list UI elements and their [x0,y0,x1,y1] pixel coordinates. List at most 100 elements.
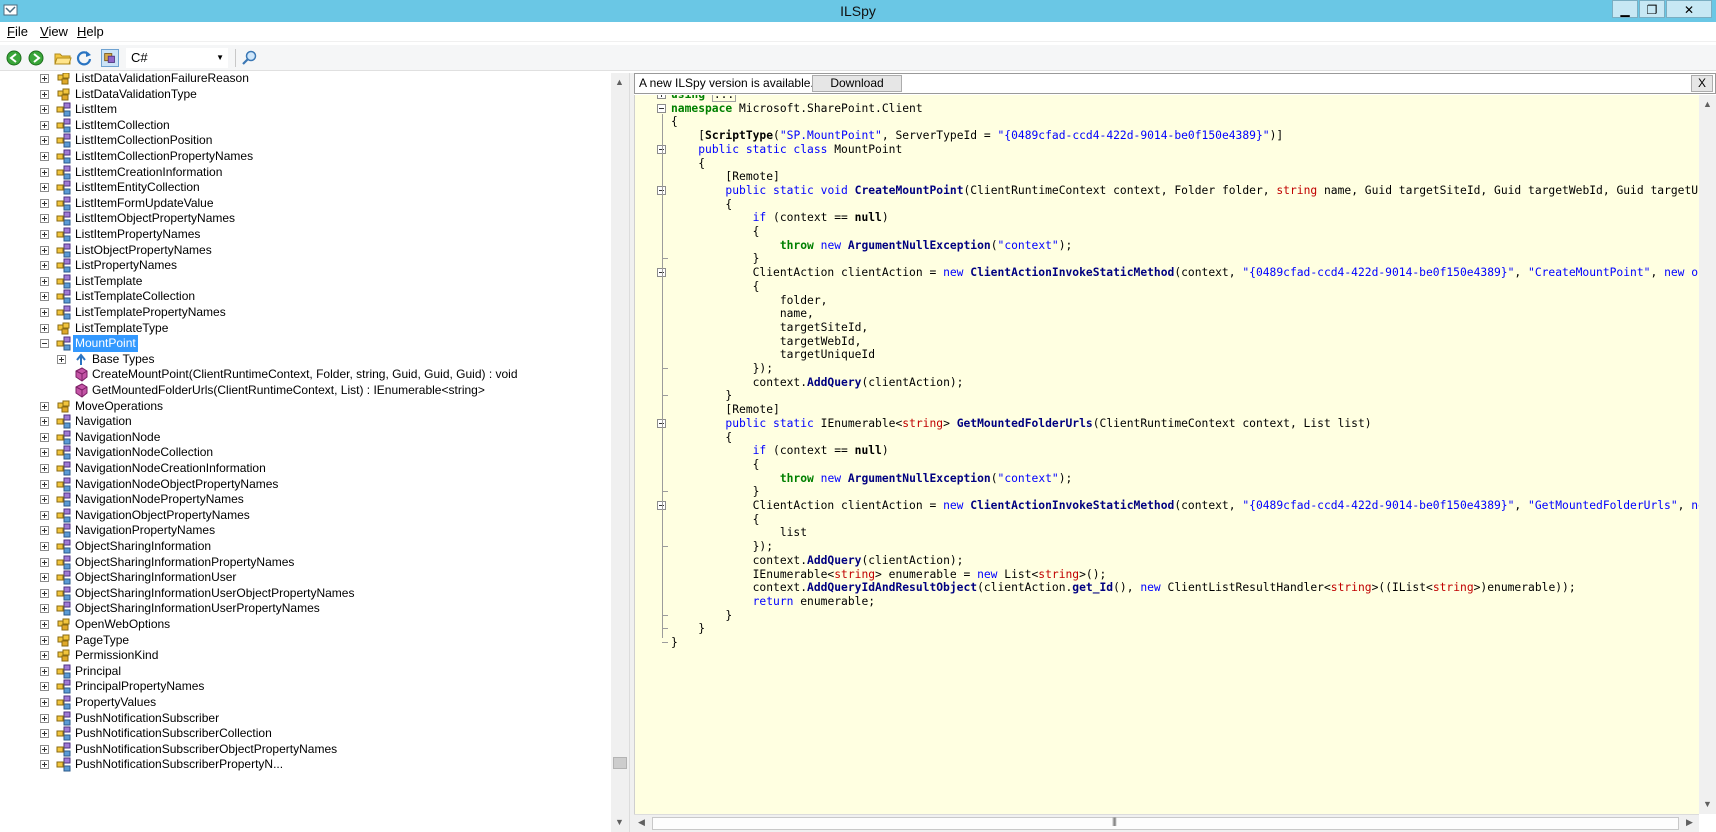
search-icon[interactable] [241,49,259,67]
menu-view[interactable]: View [40,24,68,39]
tree-node[interactable]: NavigationPropertyNames [0,522,610,539]
tree-node[interactable]: ListItemFormUpdateValue [0,195,610,212]
open-folder-icon[interactable] [54,49,72,67]
close-button[interactable]: ✕ [1666,0,1712,18]
tree-node[interactable]: ListItemCollectionPosition [0,132,610,149]
tree-node[interactable]: ListTemplate [0,273,610,290]
expand-region-icon[interactable] [657,95,666,99]
expand-icon[interactable] [40,588,49,598]
expand-icon[interactable] [40,666,49,676]
tree-node[interactable]: PushNotificationSubscriberCollection [0,725,610,742]
minimize-button[interactable]: ▁ [1612,0,1638,18]
tree-node[interactable]: ListTemplateCollection [0,288,610,305]
show-internal-icon[interactable] [101,49,119,67]
expand-icon[interactable] [40,417,49,427]
expand-icon[interactable] [40,167,49,177]
tree-node[interactable]: ListItemEntityCollection [0,179,610,196]
expand-icon[interactable] [40,152,49,161]
expand-icon[interactable] [40,308,49,317]
tree-node[interactable]: OpenWebOptions [0,616,610,633]
expand-icon[interactable] [40,401,49,411]
expand-icon[interactable] [40,760,49,770]
code-horizontal-scrollbar[interactable]: ◀ ||| ▶ [634,814,1699,832]
scroll-up-icon[interactable]: ▲ [1703,99,1712,109]
expand-icon[interactable] [40,183,49,193]
menu-help[interactable]: Help [77,24,104,39]
expand-icon[interactable] [40,323,49,333]
tree-scroll-thumb[interactable] [613,757,627,769]
expand-icon[interactable] [40,198,49,208]
expand-icon[interactable] [40,744,49,754]
expand-icon[interactable] [40,292,49,302]
expand-icon[interactable] [40,526,49,536]
tree-child-node[interactable]: Base Types [0,351,610,368]
language-select[interactable]: C# ▼ [126,48,228,68]
tree-scrollbar[interactable]: ▲ ▼ [611,73,629,832]
expand-icon[interactable] [40,604,49,614]
code-scroll-thumb[interactable] [652,817,1679,830]
tree-node[interactable]: ObjectSharingInformationUserObjectProper… [0,585,610,602]
tree-node[interactable]: NavigationNodeObjectPropertyNames [0,476,610,493]
scroll-right-icon[interactable]: ▶ [1686,817,1693,828]
collapse-icon[interactable] [40,339,49,349]
dismiss-update-button[interactable]: X [1691,75,1713,92]
expand-icon[interactable] [40,261,49,271]
expand-icon[interactable] [40,698,49,707]
tree-node[interactable]: PushNotificationSubscriberPropertyN... [0,756,610,773]
expand-icon[interactable] [40,432,49,442]
tree-node[interactable]: ObjectSharingInformationPropertyNames [0,554,610,571]
back-icon[interactable] [5,49,23,67]
expand-icon[interactable] [40,230,49,239]
expand-icon[interactable] [40,495,49,505]
expand-icon[interactable] [40,464,49,473]
tree-node[interactable]: ObjectSharingInformationUser [0,569,610,586]
maximize-button[interactable]: ❐ [1639,0,1665,18]
tree-node[interactable]: Principal [0,663,610,680]
decompiled-code-view[interactable]: using ...namespace Microsoft.SharePoint.… [634,95,1699,814]
tree-node[interactable]: PageType [0,632,610,649]
tree-node[interactable]: PrincipalPropertyNames [0,678,610,695]
expand-icon[interactable] [40,214,49,224]
collapse-region-icon[interactable] [657,103,666,113]
expand-icon[interactable] [40,682,49,692]
expand-icon[interactable] [40,89,49,99]
tree-node[interactable]: NavigationNodePropertyNames [0,491,610,508]
tree-node[interactable]: ListItemCreationInformation [0,164,610,181]
forward-icon[interactable] [27,49,45,67]
tree-node[interactable]: NavigationNodeCreationInformation [0,460,610,477]
expand-icon[interactable] [40,635,49,645]
tree-node[interactable]: ObjectSharingInformationUserPropertyName… [0,600,610,617]
expand-icon[interactable] [40,245,49,255]
tree-node[interactable]: NavigationNode [0,429,610,446]
scroll-up-icon[interactable]: ▲ [615,77,624,87]
expand-icon[interactable] [40,479,49,489]
tree-node[interactable]: PushNotificationSubscriberObjectProperty… [0,741,610,758]
tree-node[interactable]: ListPropertyNames [0,257,610,274]
menu-file[interactable]: File [7,24,28,39]
tree-node[interactable]: ListItemCollectionPropertyNames [0,148,610,165]
expand-icon[interactable] [40,542,49,551]
tree-node[interactable]: PushNotificationSubscriber [0,710,610,727]
tree-node[interactable]: ListTemplateType [0,320,610,337]
tree-node[interactable]: ListTemplatePropertyNames [0,304,610,321]
expand-icon[interactable] [40,120,49,130]
expand-icon[interactable] [40,136,49,146]
tree-node[interactable]: NavigationObjectPropertyNames [0,507,610,524]
tree-node[interactable]: PermissionKind [0,647,610,664]
download-button[interactable]: Download [812,75,902,92]
expand-icon[interactable] [40,713,49,723]
expand-icon[interactable] [40,729,49,739]
expand-icon[interactable] [40,651,49,661]
tree-node[interactable]: Navigation [0,413,610,430]
expand-icon[interactable] [40,620,49,629]
tree-child-node[interactable]: GetMountedFolderUrls(ClientRuntimeContex… [0,382,610,399]
tree-node[interactable]: ListItemObjectPropertyNames [0,210,610,227]
expand-icon[interactable] [40,448,49,458]
tree-node[interactable]: NavigationNodeCollection [0,444,610,461]
code-vertical-scrollbar[interactable]: ▲ ▼ [1699,95,1716,814]
scroll-down-icon[interactable]: ▼ [1703,799,1712,809]
tree-node[interactable]: ListItemCollection [0,117,610,134]
tree-node[interactable]: MoveOperations [0,398,610,415]
scroll-down-icon[interactable]: ▼ [615,817,624,827]
tree-node[interactable]: ListItem [0,101,610,118]
